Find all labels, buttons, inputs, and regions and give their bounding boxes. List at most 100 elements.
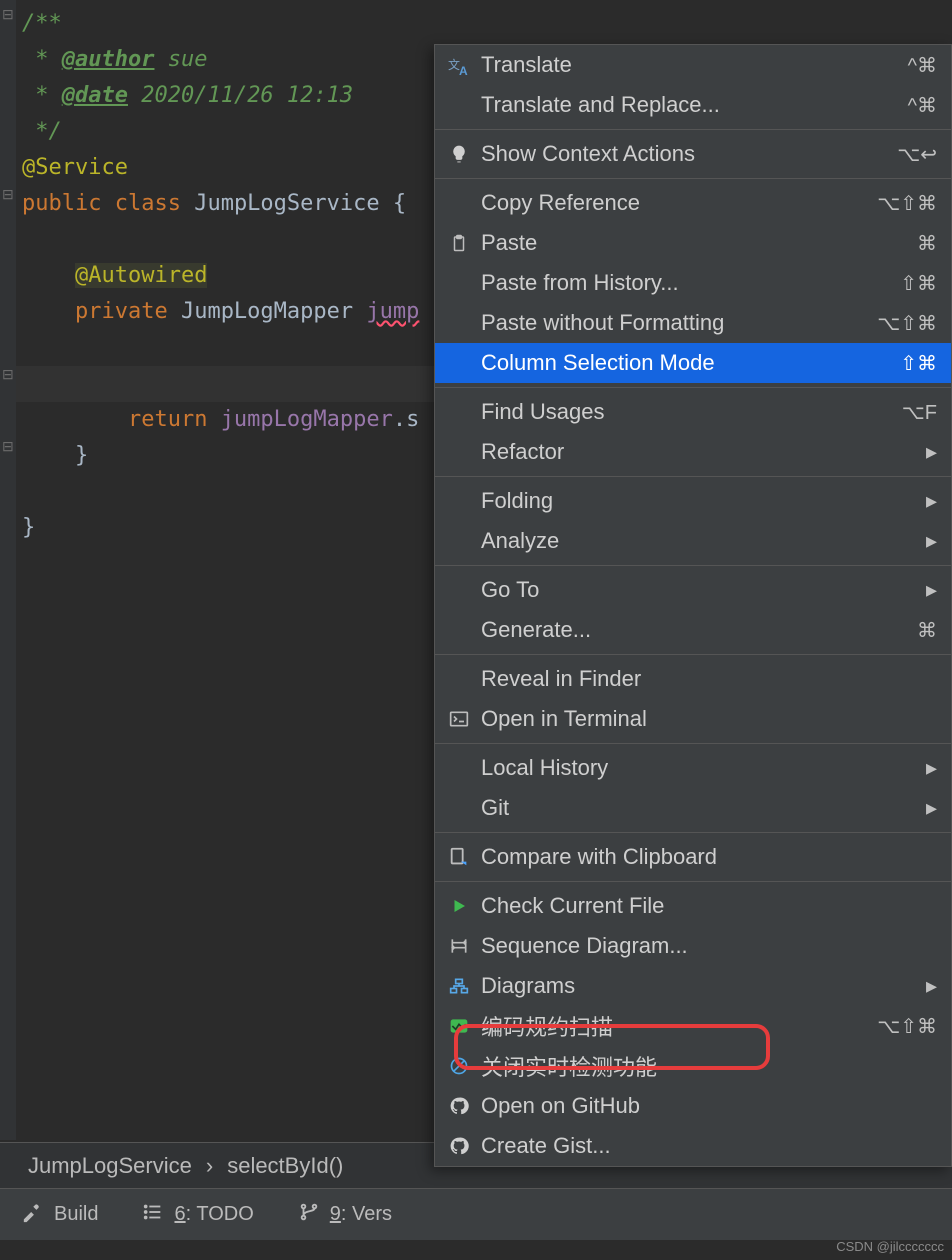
menu-label: Check Current File: [481, 893, 664, 919]
shortcut: ^⌘: [908, 53, 937, 78]
submenu-arrow-icon: ▸: [926, 577, 937, 603]
shortcut: ⌘: [917, 231, 937, 256]
chevron-right-icon: ›: [192, 1153, 227, 1179]
menu-context-actions[interactable]: Show Context Actions ⌥↩: [435, 134, 951, 174]
build-tool-button[interactable]: Build: [0, 1189, 120, 1240]
menu-translate[interactable]: 文A Translate ^⌘: [435, 45, 951, 85]
watermark: CSDN @jilccccccc: [836, 1239, 944, 1254]
fold-marker[interactable]: ⊟: [2, 366, 14, 383]
menu-generate[interactable]: Generate... ⌘: [435, 610, 951, 650]
menu-separator: [435, 129, 951, 130]
menu-copy-reference[interactable]: Copy Reference ⌥⇧⌘: [435, 183, 951, 223]
fold-marker[interactable]: ⊟: [2, 438, 14, 455]
menu-folding[interactable]: Folding ▸: [435, 481, 951, 521]
menu-label: 关闭实时检测功能: [481, 1050, 657, 1082]
diff-clipboard-icon: [445, 843, 473, 871]
menu-column-selection[interactable]: Column Selection Mode ⇧⌘: [435, 343, 951, 383]
menu-label: 编码规约扫描: [481, 1010, 613, 1042]
shortcut: ⌥⇧⌘: [877, 311, 937, 336]
menu-check-file[interactable]: Check Current File: [435, 886, 951, 926]
menu-label: Diagrams: [481, 973, 575, 999]
fold-marker[interactable]: ⊟: [2, 6, 14, 23]
doc-line: * @date 2020/11/26 12:13: [22, 83, 353, 108]
menu-label: Go To: [481, 577, 539, 603]
menu-label: Open in Terminal: [481, 706, 647, 732]
keyword: public: [22, 191, 115, 216]
submenu-arrow-icon: ▸: [926, 795, 937, 821]
shortcut: ⌥↩: [897, 142, 937, 167]
menu-label: Refactor: [481, 439, 564, 465]
menu-label: Local History: [481, 755, 608, 781]
todo-tool-button[interactable]: 6: TODO: [120, 1189, 275, 1240]
fold-marker[interactable]: ⊟: [2, 186, 14, 203]
clipboard-icon: [445, 229, 473, 257]
menu-label: Copy Reference: [481, 190, 640, 216]
shortcut: ⌥⇧⌘: [877, 1014, 937, 1039]
menu-close-detection[interactable]: 关闭实时检测功能: [435, 1046, 951, 1086]
menu-translate-replace[interactable]: Translate and Replace... ^⌘: [435, 85, 951, 125]
shortcut: ^⌘: [908, 93, 937, 118]
menu-local-history[interactable]: Local History ▸: [435, 748, 951, 788]
menu-label: Git: [481, 795, 509, 821]
branch-icon: [298, 1201, 320, 1229]
version-tool-button[interactable]: 9: Vers: [276, 1189, 414, 1240]
bulb-icon: [445, 140, 473, 168]
menu-git[interactable]: Git ▸: [435, 788, 951, 828]
menu-label: Paste without Formatting: [481, 310, 724, 336]
doc-line: */: [22, 119, 62, 144]
menu-code-scan[interactable]: 编码规约扫描 ⌥⇧⌘: [435, 1006, 951, 1046]
gutter: ⊟ ⊟ ⊟ ⊟: [0, 0, 16, 1140]
menu-refactor[interactable]: Refactor ▸: [435, 432, 951, 472]
menu-label: Paste: [481, 230, 537, 256]
menu-label: Compare with Clipboard: [481, 844, 717, 870]
menu-label: Show Context Actions: [481, 141, 695, 167]
menu-separator: [435, 476, 951, 477]
breadcrumb-class[interactable]: JumpLogService: [28, 1153, 192, 1179]
doc-line: * @author sue: [22, 47, 207, 72]
annotation: @Autowired: [75, 263, 207, 288]
menu-label: Generate...: [481, 617, 591, 643]
menu-label: Sequence Diagram...: [481, 933, 688, 959]
menu-find-usages[interactable]: Find Usages ⌥F: [435, 392, 951, 432]
shortcut: ⌘: [917, 618, 937, 643]
menu-open-github[interactable]: Open on GitHub: [435, 1086, 951, 1126]
shortcut: ⌥F: [902, 400, 937, 425]
menu-analyze[interactable]: Analyze ▸: [435, 521, 951, 561]
shortcut: ⇧⌘: [900, 271, 937, 296]
menu-label: Reveal in Finder: [481, 666, 641, 692]
play-icon: [445, 892, 473, 920]
menu-separator: [435, 654, 951, 655]
disable-icon: [445, 1052, 473, 1080]
menu-paste-history[interactable]: Paste from History... ⇧⌘: [435, 263, 951, 303]
annotation: @Service: [22, 155, 128, 180]
menu-sequence-diagram[interactable]: Sequence Diagram...: [435, 926, 951, 966]
submenu-arrow-icon: ▸: [926, 755, 937, 781]
menu-create-gist[interactable]: Create Gist...: [435, 1126, 951, 1166]
code-scan-icon: [445, 1012, 473, 1040]
terminal-icon: [445, 705, 473, 733]
menu-paste[interactable]: Paste ⌘: [435, 223, 951, 263]
menu-goto[interactable]: Go To ▸: [435, 570, 951, 610]
menu-compare-clipboard[interactable]: Compare with Clipboard: [435, 837, 951, 877]
diagram-icon: [445, 972, 473, 1000]
github-icon: [445, 1092, 473, 1120]
tool-window-bar[interactable]: Build 6: TODO 9: Vers: [0, 1188, 952, 1240]
menu-label: Analyze: [481, 528, 559, 554]
menu-diagrams[interactable]: Diagrams ▸: [435, 966, 951, 1006]
context-menu[interactable]: 文A Translate ^⌘ Translate and Replace...…: [434, 44, 952, 1167]
build-label: Build: [54, 1203, 98, 1226]
brace: }: [22, 443, 88, 468]
submenu-arrow-icon: ▸: [926, 973, 937, 999]
menu-label: Create Gist...: [481, 1133, 611, 1159]
submenu-arrow-icon: ▸: [926, 439, 937, 465]
menu-paste-plain[interactable]: Paste without Formatting ⌥⇧⌘: [435, 303, 951, 343]
menu-open-terminal[interactable]: Open in Terminal: [435, 699, 951, 739]
breadcrumb-method[interactable]: selectById(): [227, 1153, 343, 1179]
github-icon: [445, 1132, 473, 1160]
keyword: private: [75, 299, 181, 324]
menu-reveal-finder[interactable]: Reveal in Finder: [435, 659, 951, 699]
menu-label: Folding: [481, 488, 553, 514]
menu-label: Open on GitHub: [481, 1093, 640, 1119]
menu-label: Find Usages: [481, 399, 605, 425]
menu-separator: [435, 881, 951, 882]
